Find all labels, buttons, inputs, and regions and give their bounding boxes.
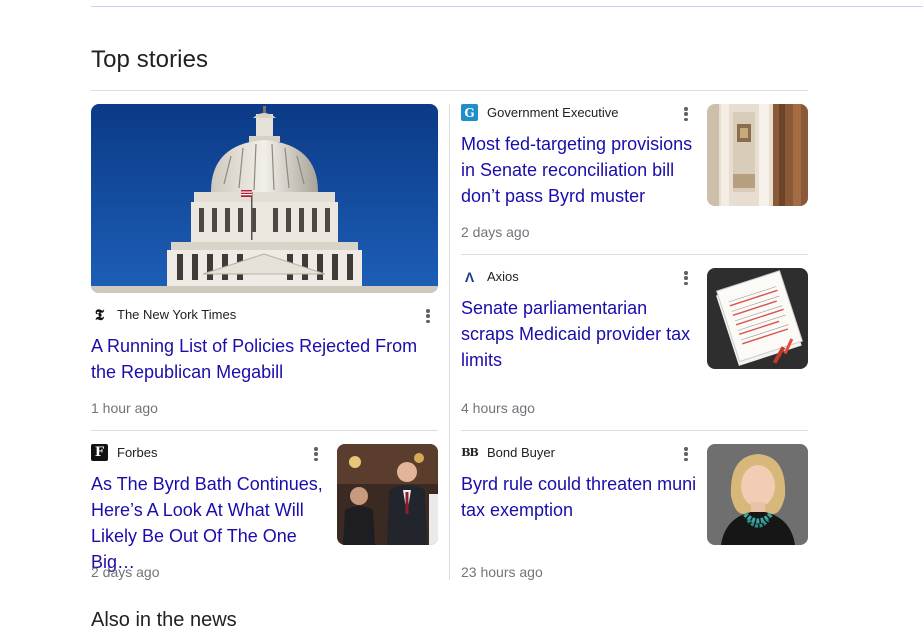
portrait-image [707, 444, 808, 545]
story-1-headline[interactable]: A Running List of Policies Rejected From… [91, 333, 441, 385]
story-4-more-options-icon[interactable] [312, 445, 320, 463]
story-2-divider [461, 254, 808, 255]
story-2-headline[interactable]: Most fed-targeting provisions in Senate … [461, 131, 697, 209]
story-1-more-options-icon[interactable] [424, 307, 432, 325]
story-3-time: 4 hours ago [461, 400, 535, 416]
story-4-time: 2 days ago [91, 564, 160, 580]
story-2-source: G Government Executive [461, 104, 619, 121]
story-2-image[interactable] [707, 104, 808, 206]
nyt-logo-icon: 𝕿 [94, 305, 105, 324]
story-3-image[interactable] [707, 268, 808, 369]
column-divider [449, 104, 450, 580]
title-divider [91, 90, 808, 91]
story-5-image[interactable] [707, 444, 808, 545]
story-3-divider [461, 430, 808, 431]
story-1-time: 1 hour ago [91, 400, 158, 416]
story-4-source: F Forbes [91, 444, 157, 461]
story-5-time: 23 hours ago [461, 564, 543, 580]
capitol-image [91, 104, 438, 293]
bondbuyer-logo-icon: BB [461, 446, 479, 459]
story-1-image[interactable] [91, 104, 438, 293]
story-2-source-name: Government Executive [487, 105, 619, 120]
axios-logo-icon: Λ [464, 268, 475, 285]
story-5-more-options-icon[interactable] [682, 445, 690, 463]
story-5-source-name: Bond Buyer [487, 445, 555, 460]
story-4-source-name: Forbes [117, 445, 158, 460]
story-4-headline[interactable]: As The Byrd Bath Continues, Here’s A Loo… [91, 471, 327, 575]
story-3-headline[interactable]: Senate parliamentarian scraps Medicaid p… [461, 295, 697, 373]
story-3-source-name: Axios [487, 269, 519, 284]
forbes-logo-icon: F [91, 444, 108, 461]
story-4-image[interactable] [337, 444, 438, 545]
interior-image [707, 104, 808, 206]
story-2-more-options-icon[interactable] [682, 105, 690, 123]
story-5-source: BB Bond Buyer [461, 444, 555, 461]
story-1-divider [91, 430, 438, 431]
document-image [707, 268, 808, 369]
story-2-time: 2 days ago [461, 224, 530, 240]
govexec-logo-icon: G [461, 104, 478, 121]
story-1-source: 𝕿 The New York Times [91, 305, 237, 324]
senators-image [337, 444, 438, 545]
top-divider [91, 6, 923, 7]
story-5-headline[interactable]: Byrd rule could threaten muni tax exempt… [461, 471, 697, 523]
story-3-source: Λ Axios [461, 268, 519, 285]
story-1-source-name: The New York Times [117, 307, 237, 322]
section-title: Top stories [91, 46, 209, 73]
also-in-the-news-heading: Also in the news [91, 609, 237, 631]
story-3-more-options-icon[interactable] [682, 269, 690, 287]
